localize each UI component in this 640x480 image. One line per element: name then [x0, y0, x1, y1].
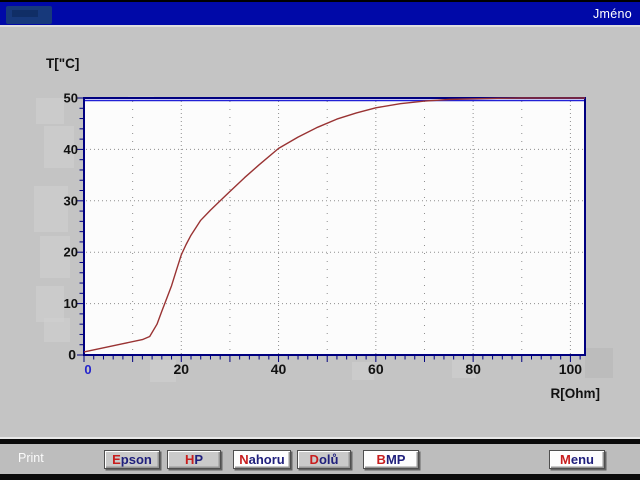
- menu-button[interactable]: Menu: [549, 450, 605, 469]
- dolu-down-button[interactable]: Dolů: [297, 450, 351, 469]
- svg-text:30: 30: [64, 193, 78, 208]
- footer: Print Epson HP Nahoru Dolů BMP Menu: [0, 437, 640, 480]
- svg-text:50: 50: [64, 91, 78, 106]
- svg-text:0: 0: [84, 362, 91, 377]
- svg-text:0: 0: [68, 347, 76, 363]
- chart-area: 0 10 20 30 40 50 0 20 40 60 80 100 T["C] R[Ohm]: [0, 40, 640, 440]
- footer-bar: Print Epson HP Nahoru Dolů BMP Menu: [0, 444, 640, 474]
- svg-text:60: 60: [368, 361, 384, 377]
- svg-text:40: 40: [64, 142, 78, 157]
- hp-button-label: P: [194, 452, 203, 467]
- nahoru-button-label: ahoru: [249, 452, 285, 467]
- bmp-button-label: MP: [386, 452, 406, 467]
- epson-button[interactable]: Epson: [104, 450, 160, 469]
- print-label: Print: [18, 451, 44, 465]
- hp-button-hotkey: H: [185, 452, 194, 467]
- menu-button-hotkey: M: [560, 452, 571, 467]
- svg-text:20: 20: [64, 245, 78, 260]
- epson-button-label: pson: [121, 452, 152, 467]
- nahoru-button-hotkey: N: [239, 452, 248, 467]
- window-title: Jméno: [593, 7, 632, 21]
- dolu-button-label: olů: [319, 452, 339, 467]
- dolu-button-hotkey: D: [310, 452, 319, 467]
- svg-text:10: 10: [64, 296, 78, 311]
- title-bar: Jméno: [0, 0, 640, 25]
- svg-text:80: 80: [465, 361, 481, 377]
- nahoru-up-button[interactable]: Nahoru: [233, 450, 291, 469]
- svg-text:R[Ohm]: R[Ohm]: [551, 386, 601, 401]
- title-bar-divider: [0, 25, 640, 27]
- svg-text:T["C]: T["C]: [46, 56, 79, 71]
- svg-text:40: 40: [271, 361, 287, 377]
- temperature-resistance-chart: 0 10 20 30 40 50 0 20 40 60 80 100 T["C] R[Ohm]: [0, 40, 640, 440]
- hp-button[interactable]: HP: [167, 450, 221, 469]
- app-logo: [6, 6, 52, 24]
- bmp-button[interactable]: BMP: [363, 450, 419, 469]
- svg-text:20: 20: [173, 361, 189, 377]
- menu-button-label: enu: [571, 452, 594, 467]
- footer-bottom-rule: [0, 474, 640, 480]
- bmp-button-hotkey: B: [377, 452, 386, 467]
- app-window: Jméno 0 10 20 30 40 50 0 20 40 60 80 100 T["C] R[Ohm]…: [0, 0, 640, 480]
- svg-text:100: 100: [559, 361, 583, 377]
- epson-button-hotkey: E: [112, 452, 121, 467]
